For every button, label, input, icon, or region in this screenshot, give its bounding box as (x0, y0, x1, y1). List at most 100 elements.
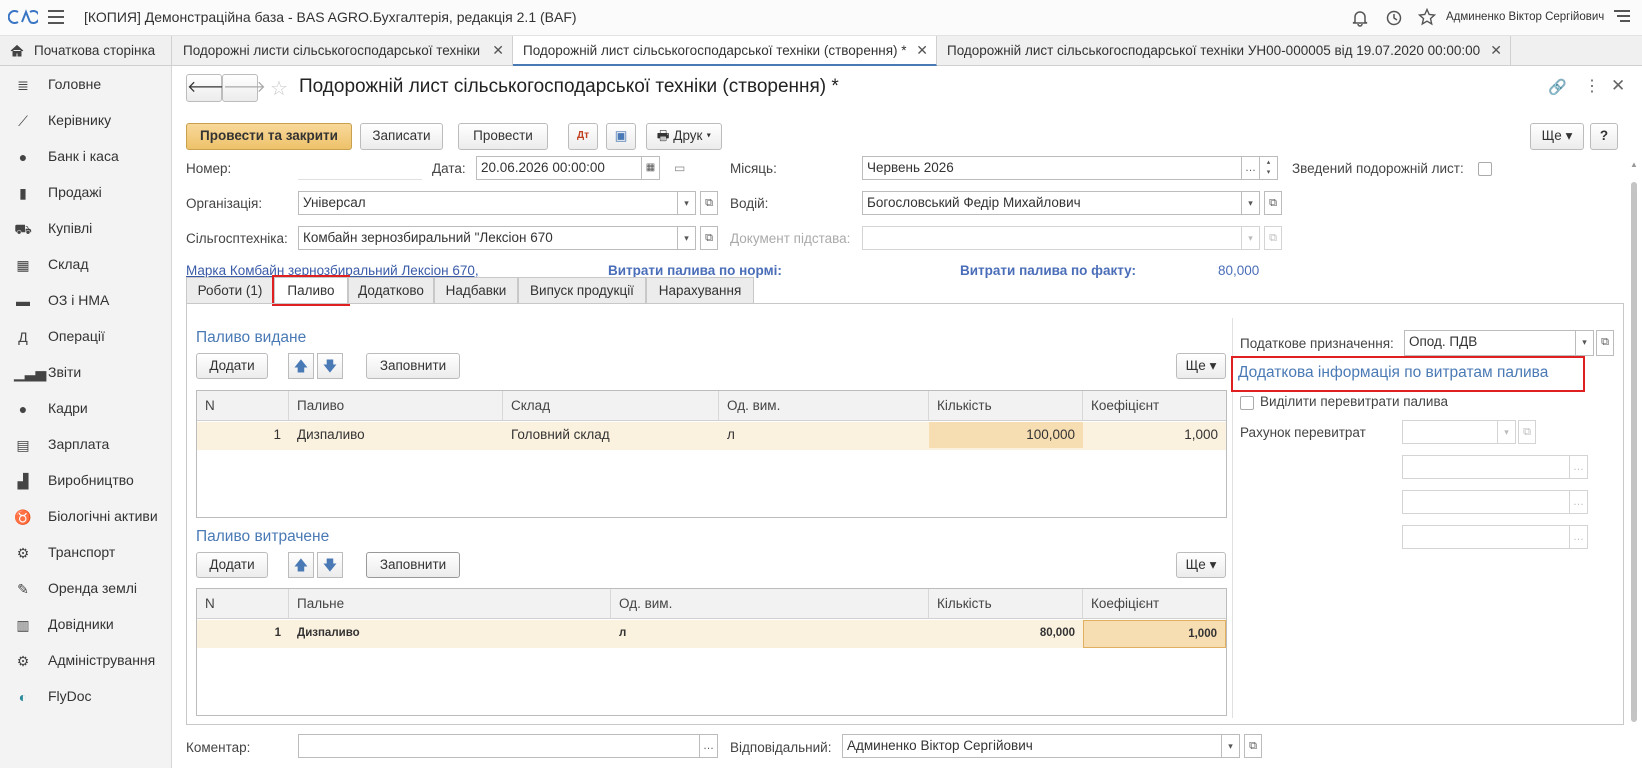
organization-open-icon[interactable]: ⧉ (700, 191, 718, 215)
sidebar-item-purchases[interactable]: ⛟ Купівлі (0, 214, 172, 244)
machine-brand-link[interactable]: Марка Комбайн зернозбиральний Лексіон 67… (186, 263, 479, 278)
date-field[interactable]: 20.06.2026 00:00:00 (476, 156, 642, 180)
help-button[interactable]: ? (1590, 123, 1618, 150)
column-header[interactable]: N (197, 391, 289, 421)
driver-field[interactable]: Богословський Федір Михайлович (862, 191, 1242, 215)
close-icon[interactable]: ✕ (1490, 36, 1502, 65)
month-field[interactable]: Червень 2026 (862, 156, 1242, 180)
sidebar-item-production[interactable]: ▟ Виробництво (0, 466, 172, 496)
issued-more-button[interactable]: Ще ▾ (1176, 353, 1226, 379)
responsible-dropdown-icon[interactable]: ▾ (1222, 734, 1240, 758)
subconto-select-icon[interactable]: … (1570, 525, 1588, 549)
more-button[interactable]: Ще ▾ (1530, 123, 1584, 150)
column-header[interactable]: Кількість (929, 391, 1083, 421)
fuel-consumed-table[interactable]: N Пальне Од. вим. Кількість Коефіцієнт 1… (196, 588, 1227, 716)
driver-dropdown-icon[interactable]: ▾ (1242, 191, 1260, 215)
sidebar-item-transport[interactable]: ⚙ Транспорт (0, 538, 172, 568)
month-select-icon[interactable]: … (1242, 156, 1260, 180)
comment-expand-icon[interactable]: … (700, 734, 718, 758)
bell-icon[interactable] (1352, 9, 1368, 27)
driver-open-icon[interactable]: ⧉ (1264, 191, 1282, 215)
column-header[interactable]: Склад (503, 391, 719, 421)
app-logo-icon[interactable] (8, 9, 38, 25)
sidebar-item-manager[interactable]: ⟋ Керівнику (0, 106, 172, 136)
calculator-icon[interactable]: ▭ (674, 161, 685, 175)
column-header[interactable]: Од. вим. (719, 391, 929, 421)
overuse-checkbox[interactable] (1240, 396, 1254, 410)
tax-purpose-dropdown-icon[interactable]: ▾ (1576, 330, 1594, 356)
history-icon[interactable] (1385, 9, 1403, 27)
scrollbar[interactable]: ▲ (1630, 160, 1638, 735)
calendar-icon[interactable]: ▦ (642, 156, 660, 180)
cell-quantity[interactable]: 100,000 (929, 422, 1083, 448)
column-header[interactable]: Пальне (289, 589, 611, 619)
subconto-field-2[interactable] (1402, 490, 1570, 514)
sidebar-item-bank[interactable]: ● Банк і каса (0, 142, 172, 172)
tab-travel-sheet-un00-000005[interactable]: Подорожній лист сільськогосподарської те… (937, 36, 1511, 66)
sidebar-item-administration[interactable]: ⚙ Адміністрування (0, 646, 172, 676)
close-icon[interactable]: ✕ (492, 36, 504, 65)
sidebar-item-operations[interactable]: Д Операції (0, 322, 172, 352)
user-name[interactable]: Админенко Віктор Сергійович (1446, 11, 1604, 23)
table-row[interactable]: 1 Дизпаливо Головний склад л 100,000 1,0… (197, 422, 1226, 450)
sidebar-item-flydoc[interactable]: ◐ FlyDoc (0, 682, 172, 712)
fuel-issued-table[interactable]: N Паливо Склад Од. вим. Кількість Коефіц… (196, 390, 1227, 518)
tax-purpose-open-icon[interactable]: ⧉ (1596, 330, 1614, 356)
menu-icon[interactable] (48, 10, 64, 24)
back-button[interactable]: 🡐 (186, 74, 230, 102)
machine-field[interactable]: Комбайн зернозбиральний "Лексіон 670 (298, 226, 678, 250)
overuse-account-field[interactable] (1402, 420, 1498, 444)
sidebar-item-sales[interactable]: ▮ Продажі (0, 178, 172, 208)
post-button[interactable]: Провести (458, 123, 548, 150)
column-header[interactable]: Коефіцієнт (1083, 391, 1226, 421)
sidebar-item-hr[interactable]: ● Кадри (0, 394, 172, 424)
issued-move-up-icon[interactable]: 🡅 (288, 353, 314, 379)
tab-travel-sheet-new[interactable]: Подорожній лист сільськогосподарської те… (513, 36, 937, 66)
responsible-field[interactable]: Админенко Віктор Сергійович (842, 734, 1222, 758)
scrollbar-thumb[interactable] (1631, 182, 1637, 722)
organization-dropdown-icon[interactable]: ▾ (678, 191, 696, 215)
column-header[interactable]: Од. вим. (611, 589, 929, 619)
consumed-move-up-icon[interactable]: 🡅 (288, 552, 314, 578)
favorite-star-icon[interactable]: ☆ (270, 76, 288, 101)
consumed-add-button[interactable]: Додати (196, 552, 268, 578)
issued-add-button[interactable]: Додати (196, 353, 268, 379)
overuse-account-open-icon[interactable]: ⧉ (1518, 420, 1536, 444)
sidebar-item-bio-assets[interactable]: ♉ Біологічні активи (0, 502, 172, 532)
sidebar-item-directories[interactable]: ▥ Довідники (0, 610, 172, 640)
sidebar-item-land-lease[interactable]: ✎ Оренда землі (0, 574, 172, 604)
consumed-more-button[interactable]: Ще ▾ (1176, 552, 1226, 578)
cell-coefficient[interactable]: 1,000 (1083, 620, 1226, 648)
tab-works[interactable]: Роботи (1) (186, 277, 274, 303)
tab-travel-sheets-list[interactable]: Подорожні листи сільськогосподарської те… (173, 36, 513, 66)
more-actions-icon[interactable]: ⋮ (1584, 76, 1600, 96)
issued-move-down-icon[interactable]: 🡇 (317, 353, 343, 379)
consumed-move-down-icon[interactable]: 🡇 (317, 552, 343, 578)
tab-product-output[interactable]: Випуск продукції (518, 277, 646, 303)
tab-additional[interactable]: Додатково (348, 277, 434, 303)
machine-open-icon[interactable]: ⧉ (700, 226, 718, 250)
consumed-fill-button[interactable]: Заповнити (366, 552, 460, 578)
tab-surcharges[interactable]: Надбавки (434, 277, 518, 303)
summary-sheet-checkbox[interactable] (1478, 162, 1492, 176)
responsible-open-icon[interactable]: ⧉ (1244, 734, 1262, 758)
subconto-field-1[interactable] (1402, 455, 1570, 479)
dt-kt-icon[interactable]: Дт (568, 123, 598, 150)
forward-button[interactable]: 🡒 (222, 74, 266, 102)
subconto-select-icon[interactable]: … (1570, 490, 1588, 514)
month-spinner-icon[interactable]: ▴ ▾ (1260, 156, 1278, 180)
close-form-icon[interactable]: ✕ (1611, 76, 1625, 96)
comment-field[interactable] (298, 734, 700, 758)
tax-purpose-field[interactable]: Опод. ПДВ (1404, 330, 1576, 356)
column-header[interactable]: Паливо (289, 391, 503, 421)
subconto-select-icon[interactable]: … (1570, 455, 1588, 479)
sidebar-item-payroll[interactable]: ▤ Зарплата (0, 430, 172, 460)
post-and-close-button[interactable]: Провести та закрити (186, 123, 352, 150)
close-icon[interactable]: ✕ (916, 36, 928, 65)
tab-home[interactable]: Початкова сторінка (0, 36, 172, 66)
settings-menu-icon[interactable] (1614, 10, 1630, 25)
number-field[interactable] (298, 156, 422, 180)
sidebar-item-fixed-assets[interactable]: ▬ ОЗ і НМА (0, 286, 172, 316)
favorites-star-icon[interactable] (1418, 8, 1436, 26)
save-button[interactable]: Записати (360, 123, 443, 150)
